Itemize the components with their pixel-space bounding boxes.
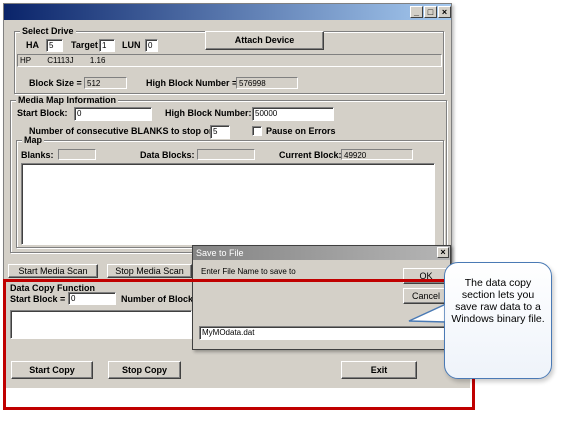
callout-pointer-joint [444, 305, 448, 321]
